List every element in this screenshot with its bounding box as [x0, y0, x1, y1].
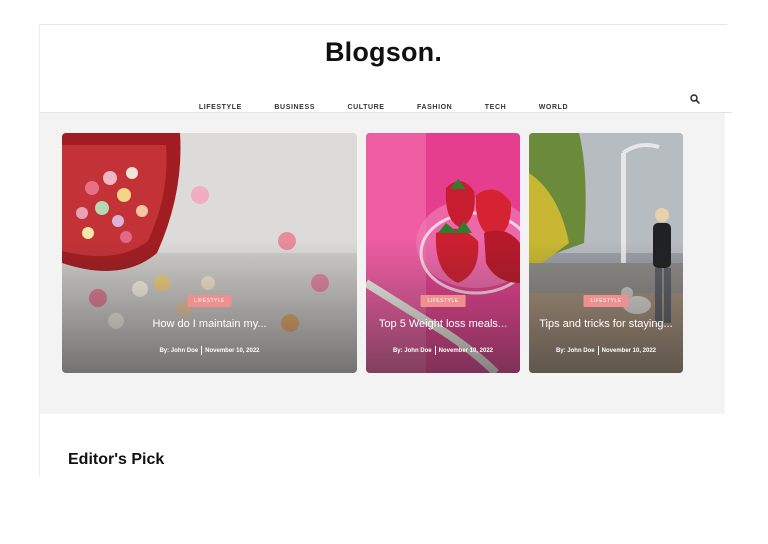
- featured-card[interactable]: LIFESTYLE Tips and tricks for staying...…: [529, 133, 683, 373]
- card-author: By: John Doe: [159, 348, 199, 355]
- nav-item-culture[interactable]: CULTURE: [347, 104, 384, 111]
- featured-posts: LIFESTYLE How do I maintain my... By: Jo…: [40, 113, 725, 414]
- site-logo[interactable]: Blogson.: [40, 37, 727, 68]
- meta-divider: [201, 346, 203, 355]
- card-title[interactable]: Top 5 Weight loss meals...: [374, 318, 512, 330]
- card-title[interactable]: How do I maintain my...: [70, 318, 349, 330]
- card-meta: By: John Doe November 10, 2022: [366, 346, 520, 355]
- nav-item-world[interactable]: WORLD: [539, 104, 568, 111]
- card-date: November 10, 2022: [601, 348, 657, 355]
- featured-card[interactable]: LIFESTYLE Top 5 Weight loss meals... By:…: [366, 133, 520, 373]
- card-author: By: John Doe: [555, 348, 595, 355]
- card-meta: By: John Doe November 10, 2022: [62, 346, 357, 355]
- card-author: By: John Doe: [392, 348, 432, 355]
- main-nav: LIFESTYLE BUSINESS CULTURE FASHION TECH …: [40, 96, 727, 111]
- nav-item-fashion[interactable]: FASHION: [417, 104, 452, 111]
- card-date: November 10, 2022: [438, 348, 494, 355]
- card-title[interactable]: Tips and tricks for staying...: [537, 318, 675, 330]
- featured-card[interactable]: LIFESTYLE How do I maintain my... By: Jo…: [62, 133, 357, 373]
- card-meta: By: John Doe November 10, 2022: [529, 346, 683, 355]
- meta-divider: [434, 346, 436, 355]
- meta-divider: [597, 346, 599, 355]
- nav-item-tech[interactable]: TECH: [485, 104, 506, 111]
- page: Blogson. LIFESTYLE BUSINESS CULTURE FASH…: [39, 24, 732, 477]
- category-badge[interactable]: LIFESTYLE: [420, 295, 466, 307]
- category-badge[interactable]: LIFESTYLE: [583, 295, 629, 307]
- card-date: November 10, 2022: [205, 348, 260, 355]
- category-badge[interactable]: LIFESTYLE: [187, 295, 232, 307]
- nav-item-business[interactable]: BUSINESS: [274, 104, 315, 111]
- editors-pick-heading: Editor's Pick: [68, 451, 165, 468]
- nav-item-lifestyle[interactable]: LIFESTYLE: [199, 104, 242, 111]
- search-icon[interactable]: [689, 92, 701, 104]
